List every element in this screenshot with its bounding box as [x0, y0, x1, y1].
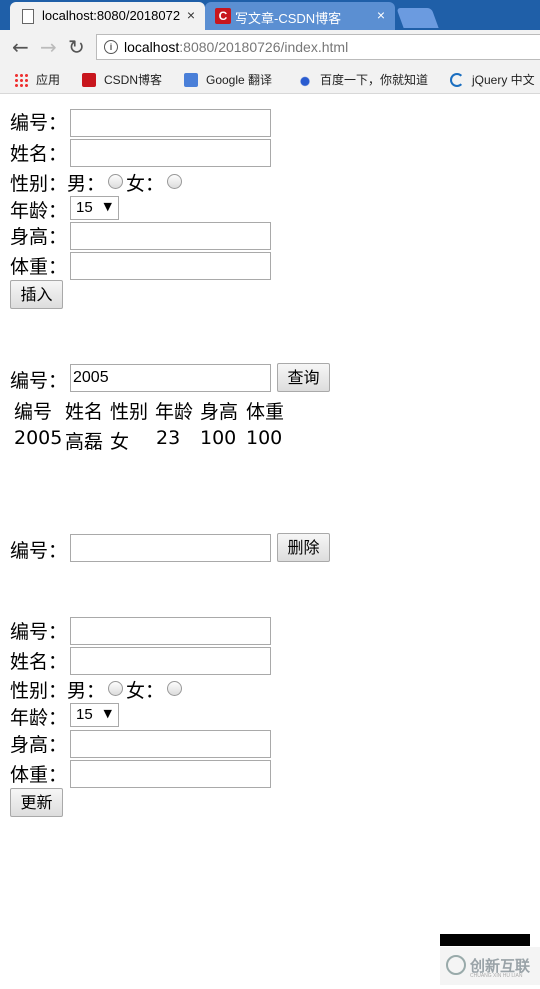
- delete-id-input[interactable]: [70, 534, 271, 562]
- watermark-subtext: CHUANG XIN HU LIAN: [470, 973, 523, 979]
- url-text: localhost:8080/20180726/index.html: [124, 39, 348, 55]
- insert-weight-input[interactable]: [70, 252, 271, 280]
- male-label: 男：: [67, 173, 106, 195]
- table-cell: 高磊: [65, 431, 104, 453]
- back-arrow-icon[interactable]: ←: [12, 37, 29, 57]
- bookmark-baidu[interactable]: 百度一下，你就知道: [298, 71, 428, 88]
- baidu-paw-icon: [298, 73, 312, 87]
- url-path: :8080/20180726/index.html: [179, 39, 349, 55]
- female-label: 女：: [126, 680, 165, 702]
- csdn-icon: C: [215, 8, 231, 24]
- new-tab-button[interactable]: [396, 8, 439, 28]
- update-height-input[interactable]: [70, 730, 271, 758]
- toolbar: ← → ↻ i localhost:8080/20180726/index.ht…: [0, 30, 540, 64]
- height-label: 身高：: [10, 226, 68, 248]
- black-bar: [440, 934, 530, 946]
- table-header-cell: 姓名: [65, 401, 104, 423]
- female-radio[interactable]: [167, 174, 183, 189]
- table-header-cell: 身高: [200, 401, 239, 423]
- query-id-input[interactable]: [70, 364, 271, 392]
- gender-label: 性别：: [10, 680, 68, 702]
- update-weight-input[interactable]: [70, 760, 271, 788]
- insert-height-input[interactable]: [70, 222, 271, 250]
- age-value: 15: [76, 199, 93, 216]
- gender-row: 性别：男： 女：: [10, 169, 185, 196]
- table-cell: 2005: [14, 427, 63, 449]
- dropdown-arrow-icon: ▼: [103, 707, 112, 720]
- update-name-input[interactable]: [70, 647, 271, 675]
- dropdown-arrow-icon: ▼: [103, 200, 112, 213]
- weight-label: 体重：: [10, 764, 68, 786]
- table-cell: 100: [200, 427, 237, 449]
- bookmark-label: jQuery 中文: [472, 73, 535, 87]
- bookmarks-bar: 应用 CSDN博客 Google 翻译 百度一下，你就知道 jQuery 中文: [0, 64, 540, 94]
- apps-grid-icon: [14, 73, 28, 87]
- forward-arrow-icon[interactable]: →: [40, 37, 57, 57]
- tab-title: 写文章-CSDN博客: [235, 11, 342, 26]
- insert-id-input[interactable]: [70, 109, 271, 137]
- table-header-cell: 年龄: [155, 401, 194, 423]
- tab-csdn[interactable]: C 写文章-CSDN博客 ×: [205, 2, 395, 30]
- table-cell: 23: [156, 427, 181, 449]
- watermark-logo: 创新互联 CHUANG XIN HU LIAN: [440, 947, 540, 985]
- bookmark-label: 百度一下，你就知道: [320, 73, 429, 87]
- insert-button[interactable]: 插入: [10, 280, 63, 309]
- gender-label: 性别：: [10, 173, 68, 195]
- update-age-select[interactable]: 15 ▼: [70, 703, 119, 727]
- tab-localhost[interactable]: localhost:8080/2018072 ×: [10, 2, 205, 30]
- female-label: 女：: [126, 173, 165, 195]
- tab-title: localhost:8080/2018072: [42, 8, 181, 23]
- bookmark-apps[interactable]: 应用: [14, 71, 60, 88]
- google-translate-icon: [184, 73, 198, 87]
- height-label: 身高：: [10, 734, 68, 756]
- table-header-cell: 性别: [110, 401, 149, 423]
- query-button[interactable]: 查询: [277, 363, 330, 392]
- close-icon[interactable]: ×: [377, 7, 385, 23]
- bookmark-jquery[interactable]: jQuery 中文: [450, 71, 535, 88]
- insert-name-input[interactable]: [70, 139, 271, 167]
- age-value: 15: [76, 706, 93, 723]
- female-radio[interactable]: [167, 681, 183, 696]
- bookmark-google-translate[interactable]: Google 翻译: [184, 71, 272, 88]
- update-id-input[interactable]: [70, 617, 271, 645]
- info-icon[interactable]: i: [104, 40, 118, 54]
- male-label: 男：: [67, 680, 106, 702]
- csdn-icon: [82, 73, 96, 87]
- male-radio[interactable]: [108, 681, 124, 696]
- name-label: 姓名：: [10, 143, 68, 165]
- delete-button[interactable]: 删除: [277, 533, 330, 562]
- table-header-cell: 体重: [246, 401, 285, 423]
- address-bar[interactable]: i localhost:8080/20180726/index.html: [96, 34, 540, 60]
- male-radio[interactable]: [108, 174, 124, 189]
- jquery-icon: [450, 73, 464, 87]
- insert-age-select[interactable]: 15 ▼: [70, 196, 119, 220]
- tab-strip: localhost:8080/2018072 × C 写文章-CSDN博客 ×: [0, 0, 540, 30]
- name-label: 姓名：: [10, 651, 68, 673]
- id-label: 编号：: [10, 370, 68, 392]
- bookmark-label: Google 翻译: [206, 73, 273, 87]
- age-label: 年龄：: [10, 200, 68, 222]
- bookmark-label: 应用: [36, 73, 61, 87]
- reload-icon[interactable]: ↻: [68, 37, 85, 57]
- id-label: 编号：: [10, 540, 68, 562]
- update-button[interactable]: 更新: [10, 788, 63, 817]
- table-cell: 100: [246, 427, 283, 449]
- table-cell: 女: [110, 431, 130, 453]
- bookmark-csdn[interactable]: CSDN博客: [82, 71, 162, 88]
- weight-label: 体重：: [10, 256, 68, 278]
- table-header-cell: 编号: [14, 401, 53, 423]
- logo-circle-icon: [446, 955, 466, 975]
- url-host: localhost: [124, 39, 180, 55]
- close-icon[interactable]: ×: [187, 7, 195, 23]
- bookmark-label: CSDN博客: [104, 73, 163, 87]
- age-label: 年龄：: [10, 707, 68, 729]
- gender-row: 性别：男： 女：: [10, 676, 185, 703]
- id-label: 编号：: [10, 621, 68, 643]
- document-icon: [22, 9, 34, 24]
- id-label: 编号：: [10, 112, 68, 134]
